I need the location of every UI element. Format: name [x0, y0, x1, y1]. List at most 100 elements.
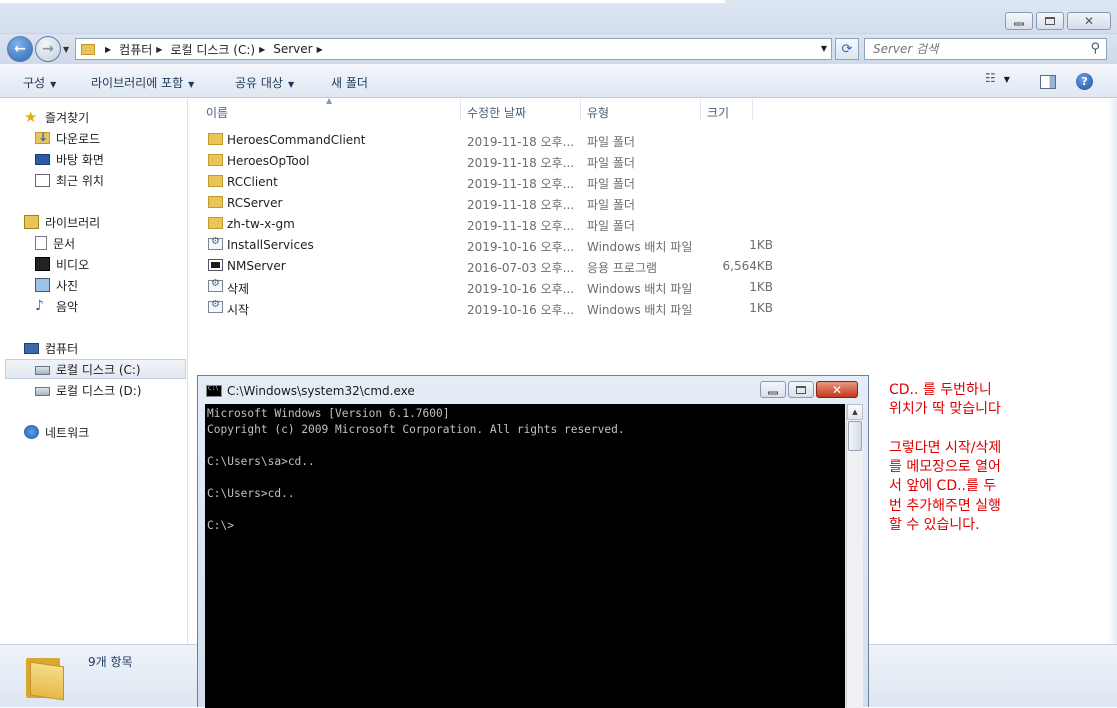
- file-row[interactable]: RCServer 2019-11-18 오후... 파일 폴더: [204, 192, 784, 213]
- minimize-icon: [1014, 22, 1024, 26]
- view-options-button[interactable]: ☷ ▼: [985, 71, 1021, 91]
- pictures-icon: [35, 278, 50, 292]
- console-output[interactable]: Microsoft Windows [Version 6.1.7600] Cop…: [205, 404, 845, 708]
- video-icon: [35, 257, 50, 271]
- explorer-titlebar: ✕: [0, 0, 1117, 34]
- cmd-window: C:\Windows\system32\cmd.exe ✕ Microsoft …: [197, 375, 869, 708]
- share-menu[interactable]: 공유 대상 ▼: [235, 74, 294, 91]
- breadcrumb-root[interactable]: ▶: [101, 45, 119, 54]
- nav-disk-d[interactable]: 로컬 디스크 (D:): [35, 380, 221, 400]
- view-list-icon: ☷: [985, 71, 996, 85]
- annotation-note: CD.. 를 두번하니 위치가 딱 맞습니다 그렇다면 시작/삭제 를 메모장으…: [889, 381, 1049, 535]
- nav-downloads[interactable]: 다운로드: [35, 128, 221, 148]
- column-divider[interactable]: [700, 99, 701, 121]
- column-size[interactable]: 크기: [707, 104, 729, 121]
- nav-network[interactable]: 네트워크: [24, 422, 210, 442]
- cmd-close-button[interactable]: ✕: [816, 381, 858, 398]
- note-line: 번 추가해주면 실행: [889, 497, 1001, 514]
- column-name[interactable]: 이름: [206, 104, 228, 121]
- file-row[interactable]: HeroesOpTool 2019-11-18 오후... 파일 폴더: [204, 150, 784, 171]
- note-line: 할 수 있습니다.: [889, 517, 980, 534]
- refresh-button[interactable]: ⟳: [835, 38, 859, 60]
- cmd-maximize-button[interactable]: [788, 381, 814, 398]
- breadcrumb-disk-c[interactable]: 로컬 디스크 (C:) ▶: [170, 41, 273, 58]
- chevron-down-icon[interactable]: ▼: [821, 44, 827, 53]
- batch-file-icon: [208, 299, 223, 313]
- breadcrumb-server[interactable]: Server ▶: [273, 42, 331, 56]
- file-row[interactable]: 삭제2019-10-16 오후...Windows 배치 파일1KB: [204, 276, 784, 297]
- folder-icon: [208, 175, 223, 187]
- note-line: 서 앞에 CD..를 두: [889, 478, 997, 495]
- file-row[interactable]: 시작2019-10-16 오후...Windows 배치 파일1KB: [204, 297, 784, 318]
- new-folder-button[interactable]: 새 폴더: [331, 74, 368, 91]
- close-icon: ✕: [831, 382, 843, 397]
- music-icon: ♪: [35, 298, 44, 314]
- file-row[interactable]: InstallServices2019-10-16 오후...Windows 배…: [204, 234, 784, 255]
- forward-button[interactable]: →: [35, 36, 61, 62]
- column-divider[interactable]: [752, 99, 753, 121]
- downloads-folder-icon: [35, 130, 50, 144]
- note-line: 위치가 딱 맞습니다: [889, 401, 1001, 418]
- search-box[interactable]: ⚲: [864, 38, 1107, 60]
- cmd-minimize-button[interactable]: [760, 381, 786, 398]
- help-icon[interactable]: ?: [1076, 73, 1093, 90]
- nav-music[interactable]: ♪ 음악: [35, 296, 221, 316]
- network-icon: [24, 425, 39, 439]
- breadcrumb-computer[interactable]: 컴퓨터 ▶: [119, 41, 170, 58]
- hard-disk-icon: [35, 387, 50, 396]
- close-button[interactable]: ✕: [1067, 12, 1111, 30]
- minimize-button[interactable]: [1005, 12, 1033, 30]
- cmd-scrollbar[interactable]: ▲: [846, 404, 863, 708]
- cmd-window-controls: ✕: [758, 381, 858, 398]
- file-row[interactable]: zh-tw-x-gm 2019-11-18 오후... 파일 폴더: [204, 213, 784, 234]
- nav-favorites[interactable]: ★ 즐겨찾기: [24, 107, 210, 127]
- cmd-titlebar[interactable]: C:\Windows\system32\cmd.exe: [206, 383, 415, 399]
- folder-icon: [208, 154, 223, 166]
- nav-computer[interactable]: 컴퓨터: [24, 338, 210, 358]
- column-divider[interactable]: [580, 99, 581, 121]
- chevron-right-icon: ▶: [105, 44, 112, 54]
- folder-icon: [208, 133, 223, 145]
- maximize-button[interactable]: [1036, 12, 1064, 30]
- back-button[interactable]: ←: [7, 36, 33, 62]
- close-icon: ✕: [1083, 14, 1095, 28]
- batch-file-icon: [208, 278, 223, 292]
- column-type[interactable]: 유형: [587, 104, 609, 121]
- cmd-title: C:\Windows\system32\cmd.exe: [227, 384, 415, 398]
- computer-icon: [24, 342, 39, 354]
- file-row[interactable]: HeroesCommandClient 2019-11-18 오후... 파일 폴더: [204, 129, 784, 150]
- hard-disk-icon: [35, 366, 50, 375]
- nav-videos[interactable]: 비디오: [35, 254, 221, 274]
- file-row[interactable]: NMServer 2016-07-03 오후... 응용 프로그램 6,564KB: [204, 255, 784, 276]
- include-library-menu[interactable]: 라이브러리에 포함 ▼: [91, 74, 194, 91]
- nav-libraries[interactable]: 라이브러리: [24, 212, 210, 232]
- chevron-down-icon: ▼: [50, 80, 57, 89]
- batch-file-icon: [208, 236, 223, 250]
- column-date[interactable]: 수정한 날짜: [467, 104, 526, 121]
- scroll-thumb[interactable]: [848, 421, 862, 451]
- maximize-icon: [1045, 17, 1055, 25]
- refresh-icon: ⟳: [841, 41, 853, 57]
- scroll-up-icon[interactable]: ▲: [847, 404, 863, 420]
- star-icon: ★: [24, 108, 38, 126]
- address-bar[interactable]: ▶ 컴퓨터 ▶ 로컬 디스크 (C:) ▶ Server ▶ ▼: [75, 38, 832, 60]
- nav-pictures[interactable]: 사진: [35, 275, 221, 295]
- search-input[interactable]: [865, 39, 1075, 59]
- recent-places-icon: [35, 173, 50, 187]
- organize-menu[interactable]: 구성 ▼: [23, 74, 56, 91]
- column-divider[interactable]: [460, 99, 461, 121]
- preview-pane-icon[interactable]: [1040, 75, 1056, 89]
- search-icon[interactable]: ⚲: [1090, 41, 1100, 56]
- file-row[interactable]: RCClient 2019-11-18 오후... 파일 폴더: [204, 171, 784, 192]
- nav-recent[interactable]: 최근 위치: [35, 170, 221, 190]
- console-line: C:\Users\sa>cd..: [207, 455, 315, 468]
- nav-documents[interactable]: 문서: [35, 233, 221, 253]
- recent-pages-dropdown[interactable]: ▼: [63, 45, 69, 54]
- nav-disk-c[interactable]: 로컬 디스크 (C:): [5, 359, 186, 379]
- console-line: Microsoft Windows [Version 6.1.7600]: [207, 407, 450, 420]
- application-icon: [208, 259, 223, 271]
- nav-desktop[interactable]: 바탕 화면: [35, 149, 221, 169]
- chevron-down-icon: ▼: [287, 80, 295, 89]
